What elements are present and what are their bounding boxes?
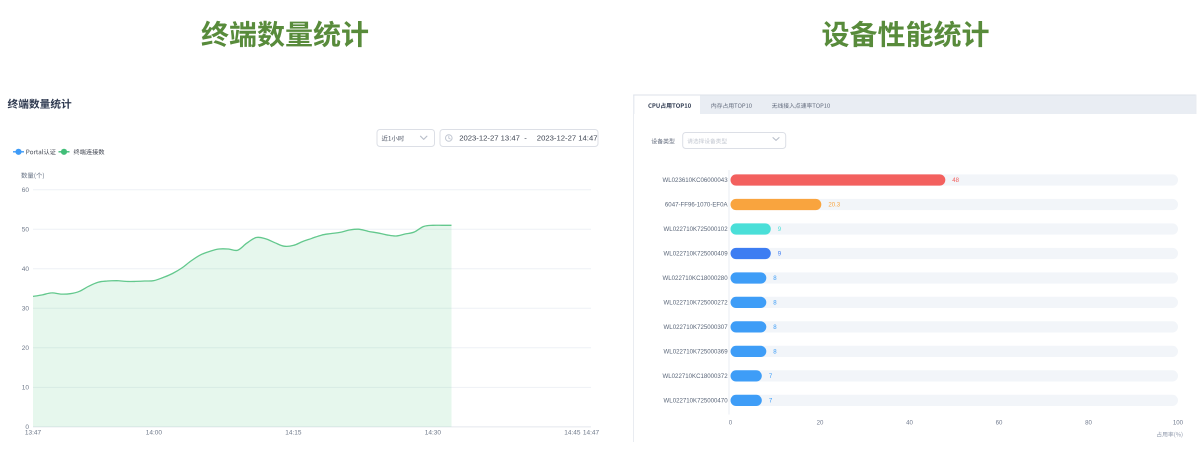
svg-text:WL022710K725000369: WL022710K725000369: [664, 349, 729, 356]
svg-text:WL022710K725000102: WL022710K725000102: [664, 226, 729, 233]
svg-text:10: 10: [22, 385, 30, 392]
svg-text:48: 48: [952, 177, 959, 184]
svg-text:6047-FF96-1070-EF0A: 6047-FF96-1070-EF0A: [665, 202, 729, 209]
svg-text:-: -: [524, 134, 527, 143]
svg-text:8: 8: [773, 349, 777, 356]
svg-text:9: 9: [778, 226, 782, 233]
svg-text:20: 20: [22, 345, 30, 352]
svg-text:60: 60: [996, 420, 1003, 427]
svg-text:14:30: 14:30: [425, 429, 442, 436]
svg-text:8: 8: [773, 275, 777, 282]
svg-text:13:47: 13:47: [25, 429, 42, 436]
svg-text:20.3: 20.3: [828, 202, 840, 209]
svg-text:100: 100: [1173, 420, 1184, 427]
svg-text:14:15: 14:15: [285, 429, 302, 436]
svg-text:50: 50: [22, 227, 30, 234]
svg-text:WL022710K725000470: WL022710K725000470: [664, 398, 729, 405]
svg-text:60: 60: [22, 187, 30, 194]
svg-text:20: 20: [817, 420, 824, 427]
svg-text:2023-12-27 14:47: 2023-12-27 14:47: [537, 134, 598, 143]
svg-text:WL022710K725000307: WL022710K725000307: [664, 324, 729, 331]
svg-text:WL022710KC18000372: WL022710KC18000372: [663, 373, 729, 380]
svg-text:9: 9: [778, 251, 782, 258]
svg-text:40: 40: [906, 420, 913, 427]
svg-text:40: 40: [22, 266, 30, 273]
svg-text:2023-12-27 13:47: 2023-12-27 13:47: [459, 134, 520, 143]
svg-text:WL022710K725000272: WL022710K725000272: [664, 300, 729, 307]
svg-text:80: 80: [1085, 420, 1092, 427]
svg-text:14:47: 14:47: [583, 429, 600, 436]
svg-text:8: 8: [773, 300, 777, 307]
svg-text:8: 8: [773, 324, 777, 331]
svg-text:WL023610KC06000043: WL023610KC06000043: [663, 177, 729, 184]
svg-text:14:45: 14:45: [564, 429, 581, 436]
svg-text:WL022710KC18000280: WL022710KC18000280: [663, 275, 729, 282]
svg-text:14:00: 14:00: [146, 429, 163, 436]
svg-text:7: 7: [769, 398, 773, 405]
svg-text:30: 30: [22, 306, 30, 313]
svg-text:0: 0: [729, 420, 733, 427]
svg-text:WL022710K725000409: WL022710K725000409: [664, 251, 729, 258]
svg-text:7: 7: [769, 373, 773, 380]
